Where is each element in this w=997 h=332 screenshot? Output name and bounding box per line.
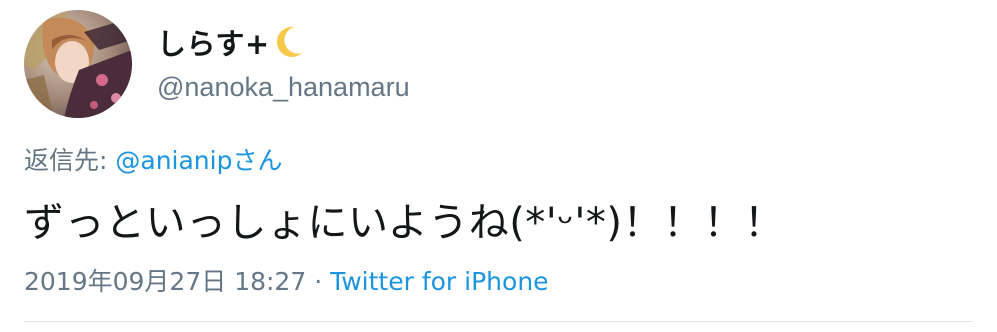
reply-mention-link[interactable]: @anianipさん <box>115 146 282 175</box>
meta-separator: · <box>306 267 331 296</box>
crescent-moon-icon <box>274 25 304 59</box>
tweet-meta: 2019年09月27日 18:27 · Twitter for iPhone <box>24 262 549 298</box>
divider <box>24 321 973 322</box>
tweet-text: ずっといっしょにいようね(*'ᵕ'*)！！！！ <box>24 200 785 246</box>
avatar-image <box>24 10 132 118</box>
tweet-source-link[interactable]: Twitter for iPhone <box>330 267 548 296</box>
avatar[interactable] <box>24 10 132 118</box>
tweet-timestamp[interactable]: 2019年09月27日 18:27 <box>24 267 306 296</box>
display-name-row[interactable]: しらす+ <box>157 22 304 62</box>
user-handle[interactable]: @nanoka_hanamaru <box>157 72 410 103</box>
reply-prefix: 返信先: <box>24 146 116 175</box>
display-name[interactable]: しらす+ <box>157 21 270 63</box>
reply-context: 返信先: @anianipさん <box>24 141 282 177</box>
